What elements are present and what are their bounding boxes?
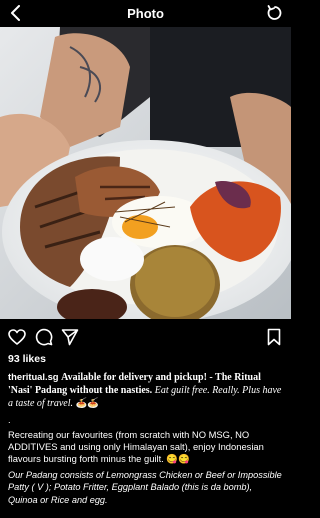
- comment-icon: [35, 328, 53, 346]
- send-icon: [61, 329, 79, 346]
- back-button[interactable]: [6, 3, 26, 23]
- page-title: Photo: [127, 5, 164, 21]
- heart-icon: [8, 329, 26, 345]
- likes-count[interactable]: 93 likes: [8, 353, 46, 365]
- caption-dot: .: [8, 413, 11, 425]
- post-actions: [0, 327, 291, 349]
- chevron-left-icon: [11, 5, 20, 21]
- share-button[interactable]: [60, 327, 80, 347]
- post-caption: theritual.sg Available for delivery and …: [8, 371, 284, 510]
- like-button[interactable]: [7, 327, 27, 347]
- caption-tagline-emoji: 🍝🍝: [75, 397, 99, 409]
- bookmark-icon: [267, 328, 281, 346]
- caption-para1-emoji: 😋😋: [166, 453, 190, 465]
- caption-username[interactable]: theritual.sg: [8, 371, 59, 382]
- post-photo[interactable]: [0, 27, 291, 319]
- caption-para2: Our Padang consists of Lemongrass Chicke…: [8, 470, 282, 505]
- refresh-icon: [267, 5, 282, 20]
- caption-para1: Recreating our favourites (from scratch …: [8, 428, 264, 465]
- food-bowl-image: [0, 27, 291, 319]
- top-bar: Photo: [0, 0, 291, 26]
- save-button[interactable]: [264, 327, 284, 347]
- refresh-button[interactable]: [265, 3, 285, 23]
- comment-button[interactable]: [34, 327, 54, 347]
